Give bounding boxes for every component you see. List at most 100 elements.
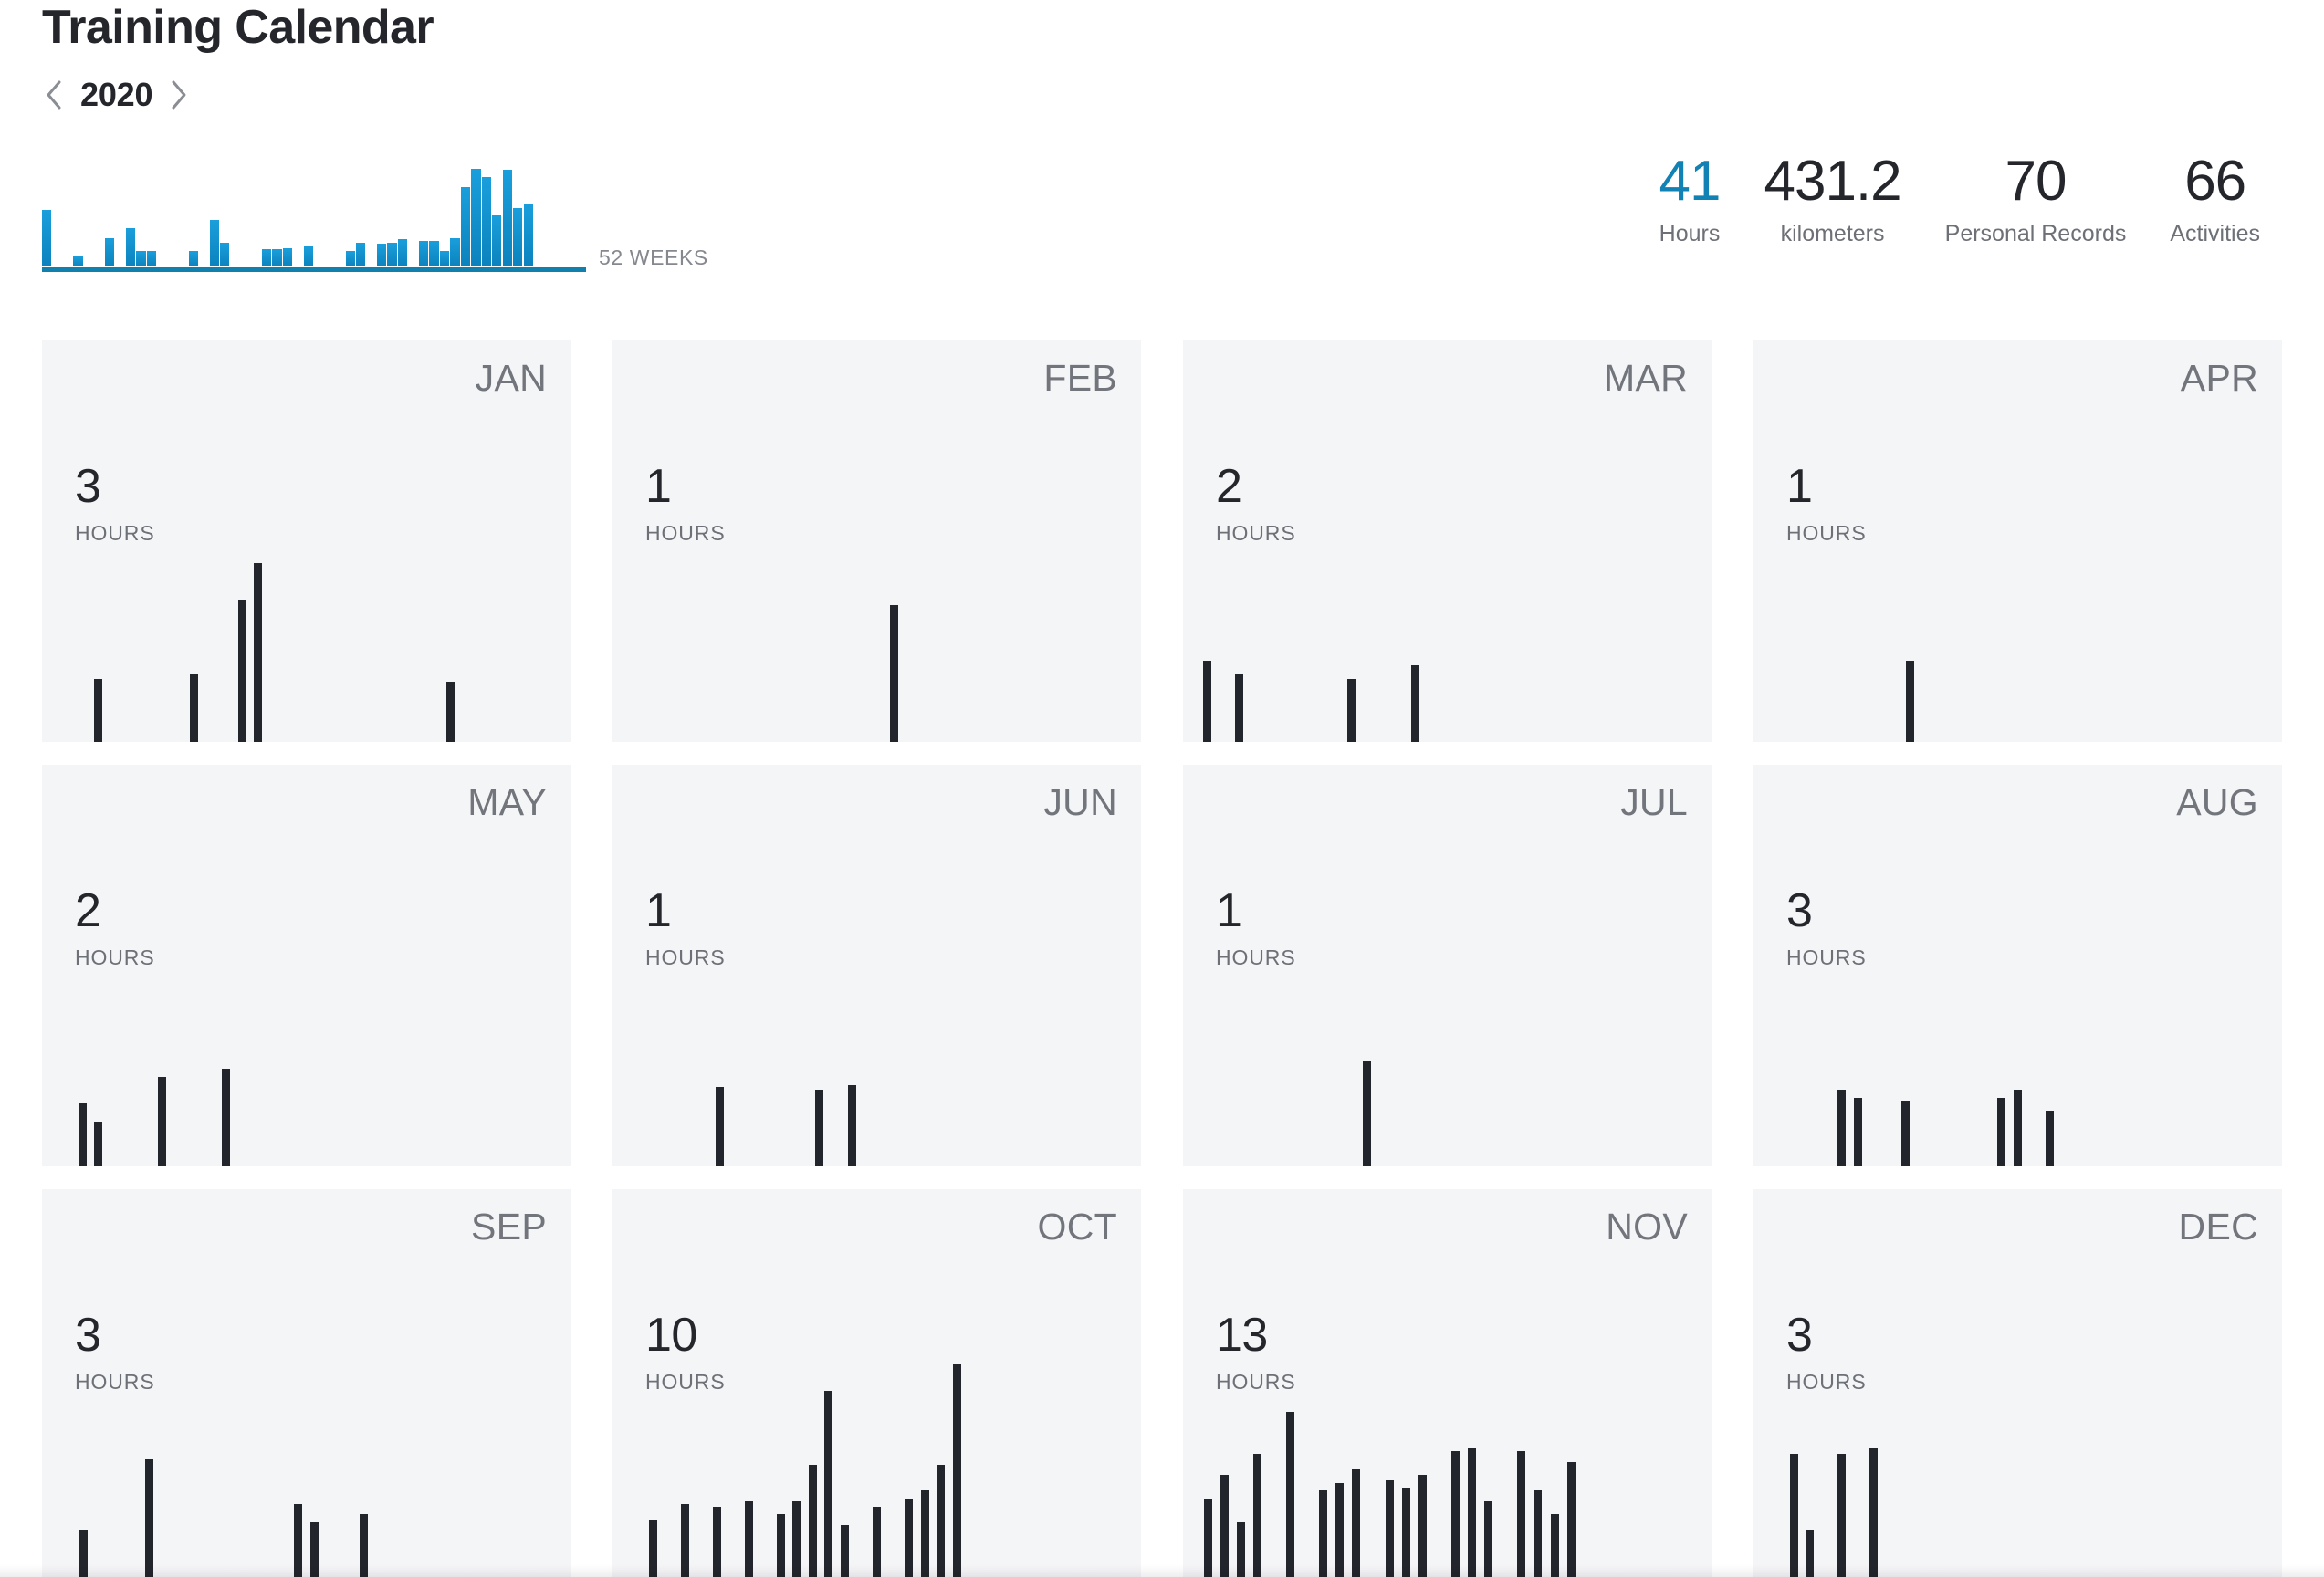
day-bar [680,1503,689,1577]
day-slot [1679,893,1695,1166]
day-slot [988,468,1005,742]
day-slot [948,1317,965,1577]
day-slot [1232,1317,1249,1577]
day-slot [2133,468,2150,742]
day-slot [203,468,219,742]
day-slot [522,893,539,1166]
day-slot [2084,468,2100,742]
day-slot [356,1317,372,1577]
day-slot [2057,1317,2074,1577]
day-bar [254,562,263,742]
day-bar [1997,1098,2006,1166]
month-card-sep[interactable]: SEP 3 HOURS [42,1189,571,1577]
day-slot [330,893,347,1166]
day-slot [1107,468,1125,742]
chevron-left-icon[interactable] [42,77,66,113]
day-slot [2202,1317,2218,1577]
day-slot [1348,1317,1365,1577]
day-slot [954,468,971,742]
day-slot [1108,893,1125,1166]
weekly-bar [272,249,282,266]
month-card-oct[interactable]: OCT 10 HOURS [612,1189,1141,1577]
weekly-summary-chart[interactable]: 52 WEEKS [42,164,708,272]
month-name: DEC [2178,1206,2258,1248]
day-slot [90,468,107,742]
day-bar [445,681,455,742]
day-slot [773,1317,790,1577]
month-day-bars [1199,1317,1695,1577]
day-bar [1203,1499,1212,1577]
day-slot [1679,1317,1695,1577]
day-slot [122,468,139,742]
day-slot [1005,468,1022,742]
day-slot [1092,893,1108,1166]
month-card-aug[interactable]: AUG 3 HOURS [1753,765,2282,1166]
weekly-bar [387,242,397,266]
weekly-bar [513,208,523,266]
day-slot [378,468,394,742]
day-slot [1423,468,1439,742]
day-slot [1631,468,1648,742]
month-card-feb[interactable]: FEB 1 HOURS [612,340,1141,742]
day-slot [458,893,475,1166]
month-card-jan[interactable]: JAN 3 HOURS [42,340,571,742]
day-slot [2068,468,2084,742]
weekly-bar [42,209,52,266]
month-day-bars [629,893,1125,1166]
day-slot [108,1317,124,1577]
month-card-jul[interactable]: JUL 1 HOURS [1183,765,1712,1166]
day-slot [2106,1317,2122,1577]
month-card-may[interactable]: MAY 2 HOURS [42,765,571,1166]
day-slot [538,468,554,742]
day-slot [1786,468,1803,742]
day-slot [218,468,235,742]
day-slot [1836,468,1852,742]
month-card-apr[interactable]: APR 1 HOURS [1753,340,2282,742]
day-bar [824,1390,833,1577]
day-slot [1567,893,1584,1166]
month-card-mar[interactable]: MAR 2 HOURS [1183,340,1712,742]
day-slot [1599,468,1616,742]
day-slot [761,893,778,1166]
day-slot [933,1317,949,1577]
day-slot [2153,893,2170,1166]
day-slot [394,468,411,742]
day-bar [872,1506,881,1577]
day-slot [1850,893,1867,1166]
day-slot [139,468,155,742]
month-card-jun[interactable]: JUN 1 HOURS [612,765,1141,1166]
day-slot [885,1317,901,1577]
day-slot [2183,468,2199,742]
day-slot [1280,893,1296,1166]
day-slot [1044,1317,1061,1577]
day-slot [224,1317,240,1577]
day-bar [1220,1475,1229,1577]
weekly-bar [397,239,408,266]
day-slot [1583,468,1599,742]
day-slot [107,893,123,1166]
day-slot [1497,1317,1513,1577]
day-slot [1248,468,1264,742]
month-card-dec[interactable]: DEC 3 HOURS [1753,1189,2282,1577]
day-slot [171,893,187,1166]
day-slot [709,1317,726,1577]
weekly-bar [136,250,146,266]
day-slot [2089,893,2106,1166]
day-slot [1022,468,1040,742]
day-slot [1930,1317,1946,1577]
day-slot [474,893,490,1166]
day-slot [154,468,171,742]
day-slot [442,468,458,742]
month-day-bars [58,893,554,1166]
day-slot [522,468,539,742]
day-slot [965,1317,981,1577]
day-slot [959,893,976,1166]
day-slot [980,1317,997,1577]
day-bar [889,605,898,742]
chevron-right-icon[interactable] [167,77,191,113]
month-card-nov[interactable]: NOV 13 HOURS [1183,1189,1712,1577]
day-slot [372,1317,389,1577]
day-slot [1551,893,1567,1166]
day-slot [663,468,680,742]
day-slot [728,893,745,1166]
